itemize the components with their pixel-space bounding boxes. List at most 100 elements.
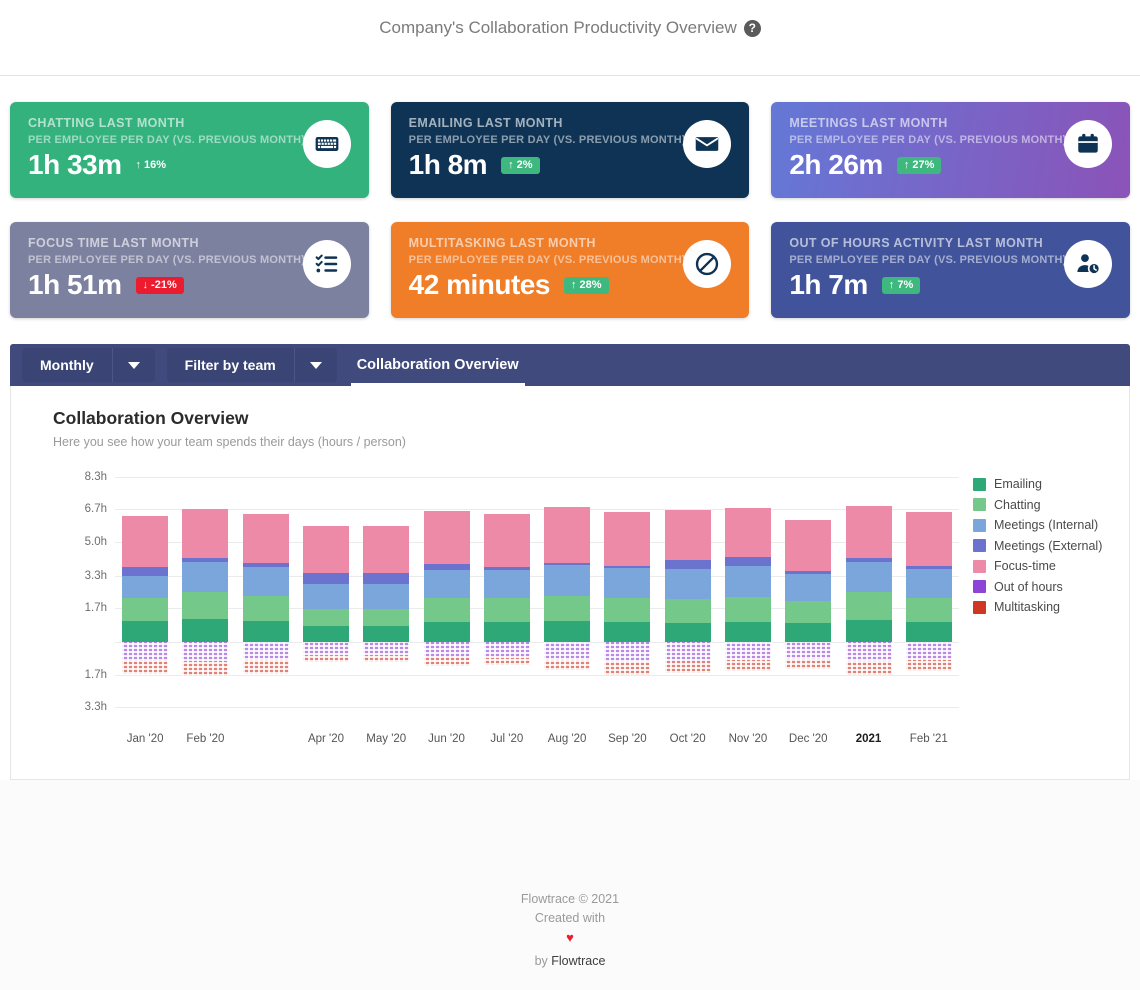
x-axis-tick-label: Jul '20 <box>490 733 524 745</box>
bar-segment <box>483 570 530 598</box>
footer-created-with: Created with <box>534 911 606 925</box>
dashboard-body: CHATTING LAST MONTH PER EMPLOYEE PER DAY … <box>0 76 1140 780</box>
bar-segment <box>845 562 892 593</box>
bar-segment <box>604 621 651 642</box>
x-axis-tick-label: Jan '20 <box>126 733 164 745</box>
bar-segment <box>423 510 470 565</box>
bar-negative-stack <box>905 641 952 672</box>
footer-spacer <box>0 838 1140 868</box>
bar-positive-stack <box>302 525 349 642</box>
checklist-icon <box>302 240 351 288</box>
bar-negative-stack <box>122 641 169 675</box>
legend-item-label: Chatting <box>994 497 1041 512</box>
legend-item[interactable]: Focus-time <box>973 559 1102 573</box>
bar-negative-stack <box>483 641 530 666</box>
legend-item[interactable]: Emailing <box>973 477 1102 491</box>
tab-bar: Collaboration Overview <box>350 344 525 386</box>
period-dropdown[interactable]: Monthly <box>22 348 155 382</box>
period-dropdown-label[interactable]: Monthly <box>22 348 113 382</box>
legend-item[interactable]: Meetings (Internal) <box>973 518 1102 532</box>
bar-group[interactable] <box>236 477 296 725</box>
bar-negative-stack <box>664 641 711 674</box>
bar-segment <box>845 619 892 642</box>
bar-group[interactable] <box>718 477 778 725</box>
bar-segment <box>544 596 591 621</box>
bar-group[interactable] <box>658 477 718 725</box>
bar-group[interactable] <box>597 477 657 725</box>
bar-segment <box>724 621 771 642</box>
bar-segment <box>664 641 711 661</box>
chart-panel: Collaboration Overview Here you see how … <box>10 386 1130 780</box>
bar-negative-stack <box>724 641 771 672</box>
bar-group[interactable] <box>115 477 175 725</box>
bar-segment <box>785 519 832 572</box>
bar-segment <box>604 597 651 622</box>
bar-series-container <box>115 477 959 725</box>
bar-segment <box>724 641 771 660</box>
bar-segment <box>664 598 711 623</box>
bar-segment <box>363 625 410 642</box>
bar-segment <box>604 661 651 676</box>
bar-segment <box>302 625 349 642</box>
legend-item[interactable]: Chatting <box>973 498 1102 512</box>
legend-color-swatch <box>973 600 986 614</box>
legend-item[interactable]: Multitasking <box>973 600 1102 614</box>
bar-segment <box>664 509 711 561</box>
y-axis-tick-label: 6.7h <box>84 502 107 515</box>
bar-segment <box>785 600 832 623</box>
period-dropdown-toggle[interactable] <box>112 348 155 382</box>
bar-segment <box>845 505 892 559</box>
bar-segment <box>664 622 711 642</box>
bar-segment <box>905 569 952 598</box>
footer-by-prefix: by <box>534 954 552 968</box>
bar-group[interactable] <box>356 477 416 725</box>
bar-segment <box>785 574 832 601</box>
x-axis-tick-label: Sep '20 <box>608 733 647 745</box>
kpi-card-value: 1h 33m <box>28 149 122 180</box>
chart-panel-header: Collaboration Overview Here you see how … <box>11 408 1129 449</box>
page-title: Company's Collaboration Productivity Ove… <box>379 18 761 38</box>
bar-segment <box>604 641 651 662</box>
bar-segment <box>423 597 470 622</box>
bar-group[interactable] <box>296 477 356 725</box>
kpi-card-value: 42 minutes <box>408 269 551 300</box>
app-header: Company's Collaboration Productivity Ove… <box>0 0 1140 76</box>
bar-positive-stack <box>724 507 771 642</box>
bar-segment <box>905 598 952 622</box>
chevron-down-icon <box>127 361 140 369</box>
bar-segment <box>302 641 349 655</box>
bar-segment <box>242 659 289 675</box>
bar-group[interactable] <box>477 477 537 725</box>
bar-segment <box>905 641 952 660</box>
bar-positive-stack <box>604 511 651 642</box>
kpi-card-value-row: 1h 8m ↑ 2% <box>409 149 732 181</box>
bar-group[interactable] <box>416 477 476 725</box>
x-axis-tick-label: 2021 <box>855 733 882 745</box>
bar-segment <box>483 598 530 622</box>
bar-segment <box>122 620 169 642</box>
kpi-card-value-row: 42 minutes ↑ 28% <box>409 269 732 301</box>
bar-segment <box>363 654 410 662</box>
footer-copyright: Flowtrace © 2021 <box>520 892 620 906</box>
team-filter-label[interactable]: Filter by team <box>166 348 295 382</box>
kpi-card-delta-badge: ↑ 27% <box>896 156 942 174</box>
kpi-card-delta-badge: ↑ 2% <box>501 156 540 174</box>
bar-group[interactable] <box>778 477 838 725</box>
chart-title: Collaboration Overview <box>53 408 249 428</box>
tab-collaboration-overview[interactable]: Collaboration Overview <box>350 344 525 386</box>
help-circle-icon[interactable]: ? <box>743 19 761 37</box>
bar-segment <box>363 573 410 585</box>
bar-positive-stack <box>664 509 711 642</box>
calendar-icon <box>1063 120 1112 168</box>
bar-group[interactable] <box>537 477 597 725</box>
bar-segment <box>845 592 892 620</box>
team-filter-dropdown[interactable]: Filter by team <box>166 348 337 382</box>
bar-group[interactable] <box>175 477 235 725</box>
bar-group[interactable] <box>838 477 898 725</box>
team-filter-toggle[interactable] <box>294 348 337 382</box>
bar-group[interactable] <box>899 477 959 725</box>
legend-item[interactable]: Out of hours <box>973 580 1102 594</box>
bar-segment <box>724 507 771 558</box>
bar-negative-stack <box>604 641 651 676</box>
legend-item[interactable]: Meetings (External) <box>973 539 1102 553</box>
